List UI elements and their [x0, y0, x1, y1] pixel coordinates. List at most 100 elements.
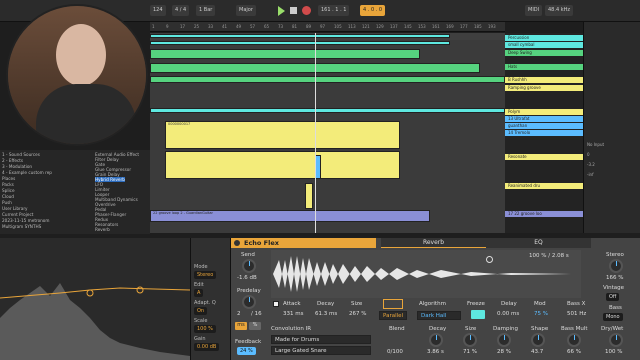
clip-deep-swing[interactable]: [150, 49, 420, 59]
ruler-mark: 113: [348, 24, 356, 29]
timeline-ruler[interactable]: 1 9 17 25 33 41 49 57 65 73 81 89 97 105 113 121 129 137 1…: [150, 22, 505, 32]
damping-knob[interactable]: [497, 333, 511, 347]
audio-clip[interactable]: 0000000017: [165, 121, 400, 149]
track-header[interactable]: B Rushhh: [505, 77, 583, 83]
mod-value[interactable]: 75 %: [534, 311, 548, 317]
feedback-value[interactable]: 24 %: [237, 347, 256, 355]
stop-icon[interactable]: [290, 7, 297, 14]
track-header[interactable]: Resonate: [505, 154, 583, 160]
browser-category[interactable]: Push: [2, 200, 12, 205]
tab-reverb[interactable]: Reverb: [381, 238, 486, 248]
dry-wet-knob[interactable]: [609, 333, 623, 347]
stereo-knob[interactable]: [609, 259, 623, 273]
device-title: Echo Flex: [244, 239, 279, 247]
ir-category-select[interactable]: Made for Drums: [271, 335, 371, 344]
mode-select[interactable]: Stereo: [194, 271, 217, 279]
ir-waveform[interactable]: 100 % / 2.08 s: [271, 250, 581, 298]
clip-percussion[interactable]: [150, 34, 450, 38]
playhead: [315, 33, 316, 233]
loop-end-field[interactable]: 4 . 0 . 0: [360, 5, 386, 16]
track-header[interactable]: 13 Ultrafat: [505, 116, 583, 122]
percent-button[interactable]: %: [249, 322, 261, 330]
zoom-icon[interactable]: [486, 256, 493, 263]
ruler-mark: 1: [152, 24, 155, 29]
track-header[interactable]: Deep Swing: [505, 50, 583, 56]
ir-name-select[interactable]: Large Gated Snare: [271, 346, 371, 355]
mixer-value-2: -3.2: [587, 162, 595, 167]
blend-value[interactable]: 0/100: [387, 349, 403, 355]
time-signature[interactable]: 4 / 4: [172, 5, 190, 16]
delay-value[interactable]: 0.00 ms: [497, 311, 519, 317]
tempo-field[interactable]: 124: [150, 5, 166, 16]
gain-value[interactable]: 0.00 dB: [194, 343, 220, 351]
browser-category[interactable]: 3 - Modulation: [2, 164, 32, 169]
clip-rush[interactable]: [150, 76, 505, 83]
tab-eq[interactable]: EQ: [486, 238, 591, 248]
vintage-select[interactable]: Off: [606, 293, 620, 301]
stereo-label: Stereo: [606, 252, 624, 258]
arrangement-view[interactable]: 0000000017 22 groove loop 2 - GuardianGu…: [150, 33, 505, 233]
ruler-mark: 105: [334, 24, 342, 29]
track-header[interactable]: 17 22 groove loo: [505, 211, 583, 217]
bass-mult-knob[interactable]: [567, 333, 581, 347]
scale-value[interactable]: 100 %: [194, 325, 216, 333]
attack-checkbox[interactable]: [273, 301, 279, 307]
bass-mono-toggle[interactable]: Mono: [603, 313, 623, 321]
browser-category[interactable]: 1 - Sound Sources: [2, 152, 40, 157]
browser-category[interactable]: Multigram SYNTHS: [2, 224, 41, 229]
ruler-mark: 65: [264, 24, 270, 29]
browser-category[interactable]: 4 - Example custom rep: [2, 170, 52, 175]
shape-knob[interactable]: [531, 333, 545, 347]
track-header[interactable]: Polym: [505, 109, 583, 115]
bass-x-value[interactable]: 501 Hz: [567, 311, 586, 317]
browser-category[interactable]: 2 - Effects: [2, 158, 23, 163]
size2-knob[interactable]: [463, 333, 477, 347]
track-header[interactable]: Percussion: [505, 35, 583, 41]
clip-cymbal[interactable]: [150, 41, 450, 45]
ms-button[interactable]: ms: [235, 322, 247, 330]
browser-category[interactable]: User Library: [2, 206, 28, 211]
eq-spectrum: [0, 283, 190, 360]
decay2-knob[interactable]: [429, 333, 443, 347]
power-icon[interactable]: [234, 240, 240, 246]
browser-category[interactable]: Splice: [2, 188, 15, 193]
browser-category[interactable]: 2023-11-15 metronom: [2, 218, 49, 223]
routing-icon[interactable]: [383, 299, 403, 309]
track-header[interactable]: guanthan: [505, 123, 583, 129]
ruler-mark: 161: [432, 24, 440, 29]
adapt-q-toggle[interactable]: On: [194, 307, 208, 315]
browser-category[interactable]: Packs: [2, 182, 14, 187]
clip-resonate[interactable]: [305, 183, 313, 209]
attack-value[interactable]: 331 ms: [283, 311, 303, 317]
browser-category[interactable]: Cloud: [2, 194, 14, 199]
mode-label: Mode: [194, 264, 208, 270]
track-header[interactable]: small cymbal: [505, 42, 583, 48]
browser-category[interactable]: Places: [2, 176, 15, 181]
algorithm-select[interactable]: Dark Hall: [417, 311, 461, 320]
browser-item[interactable]: Reverb: [95, 227, 110, 232]
track-header[interactable]: Reanimated dru: [505, 183, 583, 189]
track-header[interactable]: Ramping groove: [505, 85, 583, 91]
position-field[interactable]: 161 . 1 . 1: [318, 5, 350, 16]
track-header[interactable]: Hats: [505, 64, 583, 70]
track-header[interactable]: 14 Tremolo: [505, 130, 583, 136]
shape-label: Shape: [531, 326, 549, 332]
play-icon[interactable]: [278, 6, 285, 16]
size-value[interactable]: 267 %: [349, 311, 366, 317]
freeze-button[interactable]: [471, 310, 485, 319]
record-icon[interactable]: [302, 6, 311, 15]
audio-clip-2[interactable]: [165, 151, 400, 179]
eq-display[interactable]: [0, 238, 190, 360]
clip-groove-loop[interactable]: 22 groove loop 2 - GuardianGuitar: [150, 210, 430, 222]
decay-value[interactable]: 61.3 ms: [315, 311, 337, 317]
edit-select[interactable]: A: [194, 289, 204, 297]
bass-mult-value: 66 %: [567, 349, 581, 355]
clip-loop-label: 22 groove loop 2 - GuardianGuitar: [153, 211, 213, 215]
routing-select[interactable]: Parallel: [379, 311, 408, 320]
clip-polym[interactable]: [150, 108, 505, 113]
quantize-menu[interactable]: 1 Bar: [196, 5, 216, 16]
send-knob[interactable]: [242, 259, 256, 273]
gain-label: Gain: [194, 336, 206, 342]
predelay-knob[interactable]: [242, 295, 256, 309]
browser-category[interactable]: Current Project: [2, 212, 33, 217]
